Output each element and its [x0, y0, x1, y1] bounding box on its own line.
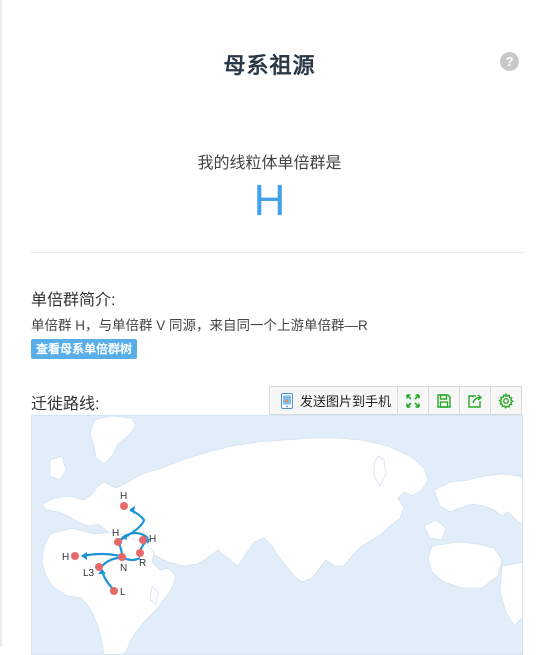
marker-h-west	[71, 552, 79, 560]
share-icon	[468, 393, 483, 408]
settings-icon	[498, 392, 514, 409]
intro-text: 单倍群 H，与单倍群 V 同源，来自同一个上游单倍群—R	[31, 318, 368, 333]
send-to-phone-button[interactable]: 发送图片到手机	[270, 387, 399, 414]
label-l: L	[120, 587, 126, 598]
divider	[31, 252, 524, 253]
marker-h-east	[139, 536, 147, 544]
label-l3: L3	[83, 568, 95, 579]
label-n: N	[120, 563, 127, 574]
view-tree-button[interactable]: 查看母系单倍群树	[31, 339, 138, 359]
save-button[interactable]	[429, 387, 461, 414]
label-h-mid: H	[112, 528, 119, 539]
label-h-east: H	[149, 534, 156, 545]
marker-h-north	[120, 502, 128, 510]
send-to-phone-label: 发送图片到手机	[300, 394, 392, 409]
migration-map[interactable]: H H H H N R L3 L	[31, 415, 523, 655]
help-icon[interactable]: ?	[500, 52, 519, 71]
marker-r	[136, 549, 144, 557]
haplogroup-label: 我的线粒体单倍群是	[197, 155, 342, 172]
phone-icon	[281, 392, 293, 409]
left-border	[0, 0, 2, 647]
marker-n	[118, 553, 126, 561]
label-h-west: H	[62, 552, 69, 563]
haplogroup-value: H	[253, 176, 286, 225]
share-button[interactable]	[460, 387, 491, 414]
fullscreen-icon	[406, 393, 420, 408]
fullscreen-button[interactable]	[398, 387, 430, 414]
label-r: R	[139, 558, 146, 569]
map-toolbar: 发送图片到手机	[269, 386, 522, 415]
marker-l	[110, 587, 118, 595]
route-heading: 迁徙路线:	[31, 396, 100, 413]
marker-h-mid	[114, 538, 122, 546]
marker-l3	[95, 563, 103, 571]
page-title: 母系祖源	[223, 53, 316, 78]
save-icon	[437, 393, 451, 408]
label-h-north: H	[120, 491, 127, 502]
settings-button[interactable]	[491, 387, 521, 414]
intro-heading: 单倍群简介:	[31, 292, 116, 309]
